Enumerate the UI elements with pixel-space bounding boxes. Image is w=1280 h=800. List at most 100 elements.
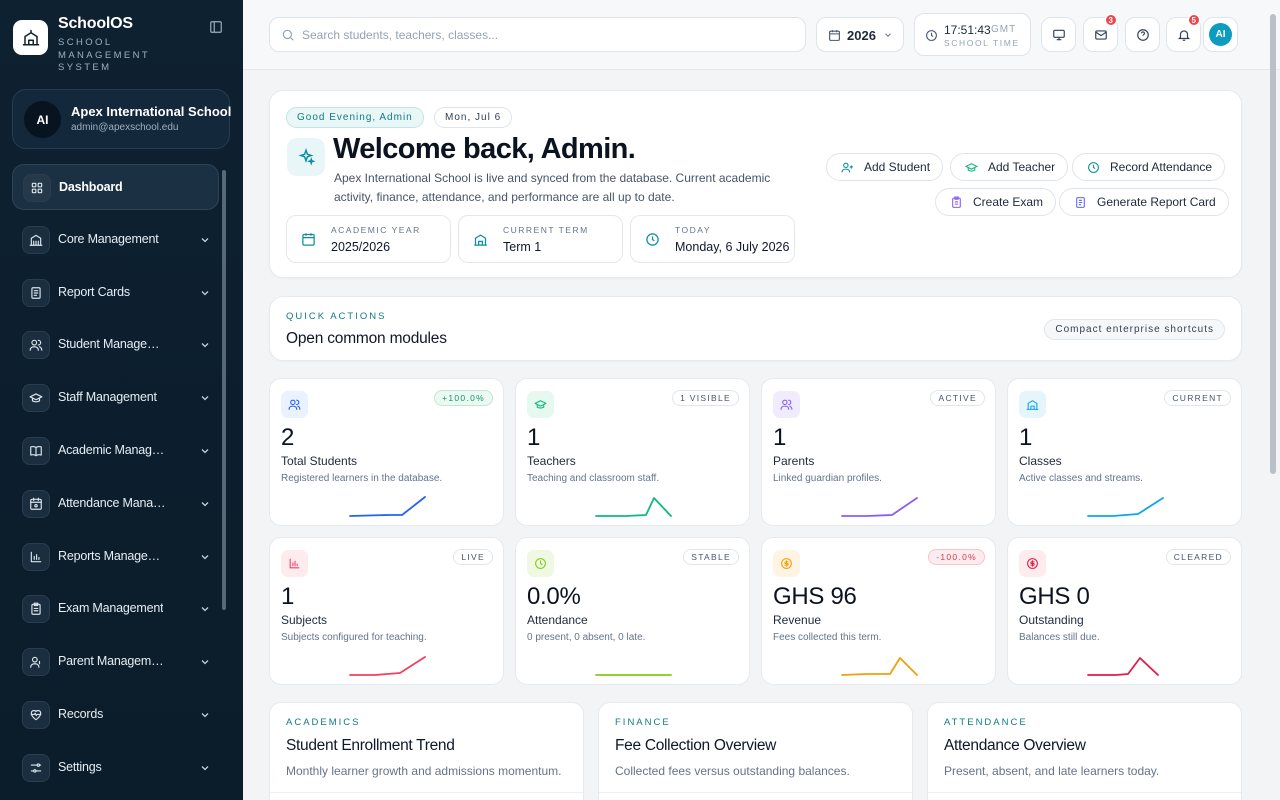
stat-value: 2 (281, 424, 295, 451)
clock-timezone: GMT (991, 24, 1017, 35)
notifications-button[interactable]: 5 (1166, 14, 1201, 52)
overview-title: Fee Collection Overview (615, 737, 777, 754)
stat-card-teachers[interactable]: 1 VISIBLE 1 Teachers Teaching and classroom… (515, 378, 750, 526)
stat-tag: CLEARED (1165, 549, 1231, 565)
stat-desc: Teaching and classroom staff. (527, 473, 660, 484)
sidebar-item-label: Attendance Management (58, 495, 166, 510)
sidebar-item-staff-management[interactable]: Staff Management (12, 375, 219, 421)
sidebar-item-academic-management[interactable]: Academic Management (12, 428, 219, 474)
chevron-down-icon (201, 554, 209, 559)
stat-card-subjects[interactable]: LIVE 1 Subjects Subjects configured for tea… (269, 537, 504, 685)
chevron-down-icon (201, 660, 209, 665)
sidebar-item-label: Staff Management (58, 390, 157, 405)
stat-desc: Registered learners in the database. (281, 473, 443, 484)
sidebar-item-settings[interactable]: Settings (12, 745, 219, 791)
info-key: CURRENT TERM (503, 225, 589, 235)
coin-icon (1019, 550, 1046, 577)
stat-card-revenue[interactable]: -100.0% GHS 96 Revenue Fees collected this … (761, 537, 996, 685)
sidebar-item-reports-management[interactable]: Reports Management (12, 534, 219, 580)
sidebar-item-student-management[interactable]: Student Management (12, 322, 219, 368)
sidebar-item-report-cards[interactable]: Report Cards (12, 270, 219, 316)
stat-value: 1 (281, 583, 295, 610)
clock-time: 17:51:43 (944, 23, 991, 37)
display-button[interactable] (1041, 17, 1076, 52)
clock-icon (1088, 161, 1099, 173)
sidebar-item-records[interactable]: Records (12, 692, 219, 738)
stat-card-total-students[interactable]: +100.0% 2 Total Students Registered learner… (269, 378, 504, 526)
school-clock: 17:51:43 GMT SCHOOL TIME (914, 13, 1031, 56)
stat-desc: Linked guardian profiles. (773, 473, 882, 484)
stat-label: Teachers (527, 454, 576, 468)
info-value: Monday, 6 July 2026 (675, 240, 790, 254)
action-label: Generate Report Card (1097, 195, 1216, 209)
clock-label: SCHOOL TIME (944, 38, 1020, 48)
sidebar-item-dashboard[interactable]: Dashboard (12, 164, 219, 210)
report-card-icon (22, 278, 50, 307)
help-button[interactable] (1125, 17, 1160, 52)
clock-icon (646, 233, 659, 246)
school-card[interactable]: AI Apex International School admin@apexs… (12, 89, 231, 149)
action-label: Create Exam (973, 195, 1044, 209)
quick-actions-pill: Compact enterprise shortcuts (1044, 319, 1225, 340)
stat-value: 1 (527, 424, 541, 451)
overview-title: Attendance Overview (944, 737, 1086, 754)
book-icon (22, 436, 50, 465)
sidebar-item-exam-management[interactable]: Exam Management (12, 586, 219, 632)
generate-report-card-button[interactable]: Generate Report Card (1059, 188, 1229, 216)
stat-label: Classes (1019, 454, 1062, 468)
stat-tag: STABLE (683, 549, 739, 565)
messages-button[interactable]: 3 (1083, 14, 1118, 52)
overview-kicker: FINANCE (615, 717, 671, 728)
school-avatar: AI (24, 101, 61, 138)
sidebar-item-label: Settings (58, 759, 102, 774)
chevron-down-icon (201, 237, 209, 243)
page-scrollbar[interactable] (1270, 14, 1276, 474)
chevron-down-icon (201, 765, 209, 771)
date-pill: Mon, Jul 6 (434, 107, 513, 128)
record-attendance-button[interactable]: Record Attendance (1072, 153, 1226, 181)
parent-icon (22, 648, 50, 677)
stat-value: 1 (1019, 424, 1033, 451)
welcome-text: Apex International School is live and sy… (334, 171, 771, 204)
overview-desc: Present, absent, and late learners today… (944, 764, 1160, 778)
sidebar-item-core-management[interactable]: Core Management (12, 217, 219, 263)
dashboard-icon (23, 174, 51, 202)
attendance-overview-card: ATTENDANCE Attendance Overview Present, … (927, 702, 1242, 800)
sidebar-nav: Dashboard Core Management Report Cards Stud… (12, 164, 219, 798)
year-value: 2026 (847, 28, 876, 43)
add-student-button[interactable]: Add Student (826, 153, 944, 181)
stat-card-outstanding[interactable]: CLEARED GHS 0 Outstanding Balances still du… (1007, 537, 1242, 685)
search-input[interactable] (302, 18, 792, 51)
topbar: 2026 17:51:43 GMT SCHOOL TIME 3 5 AI (243, 0, 1280, 70)
stat-desc: Active classes and streams. (1019, 473, 1143, 484)
school-logo-icon[interactable] (13, 20, 48, 55)
calendar-icon (302, 233, 315, 246)
fee-overview-card: FINANCE Fee Collection Overview Collecte… (598, 702, 913, 800)
stat-card-classes[interactable]: CURRENT 1 Classes Active classes and stream… (1007, 378, 1242, 526)
stat-tag: 1 VISIBLE (672, 390, 739, 406)
create-exam-button[interactable]: Create Exam (935, 188, 1057, 216)
sparkles-icon (287, 138, 325, 176)
collapse-sidebar-icon[interactable] (209, 20, 223, 34)
stat-card-attendance[interactable]: STABLE 0.0% Attendance 0 present, 0 absent,… (515, 537, 750, 685)
sidebar-item-parent-management[interactable]: Parent Management (12, 639, 219, 685)
building-icon (22, 225, 50, 254)
chevron-down-icon (201, 607, 209, 612)
today-card: TODAY Monday, 6 July 2026 (630, 215, 795, 263)
report-card-icon (1076, 196, 1085, 208)
bell-icon (1177, 29, 1190, 41)
sidebar-scrollbar[interactable] (222, 170, 226, 610)
user-avatar-button[interactable]: AI (1203, 17, 1238, 52)
stat-label: Total Students (281, 454, 358, 468)
brand: SchoolOS SCHOOL MANAGEMENT SYSTEM (13, 15, 228, 73)
sidebar-item-label: Exam Management (58, 601, 164, 616)
search-box[interactable] (269, 17, 806, 52)
stat-label: Attendance (527, 613, 588, 627)
sidebar-item-attendance-management[interactable]: Attendance Management (12, 481, 219, 527)
stat-card-parents[interactable]: ACTIVE 1 Parents Linked guardian profiles. (761, 378, 996, 526)
year-select[interactable]: 2026 (816, 17, 904, 52)
sparkline (349, 656, 426, 676)
add-teacher-button[interactable]: Add Teacher (950, 153, 1069, 181)
sparkline (841, 497, 918, 517)
divider (928, 792, 1241, 793)
